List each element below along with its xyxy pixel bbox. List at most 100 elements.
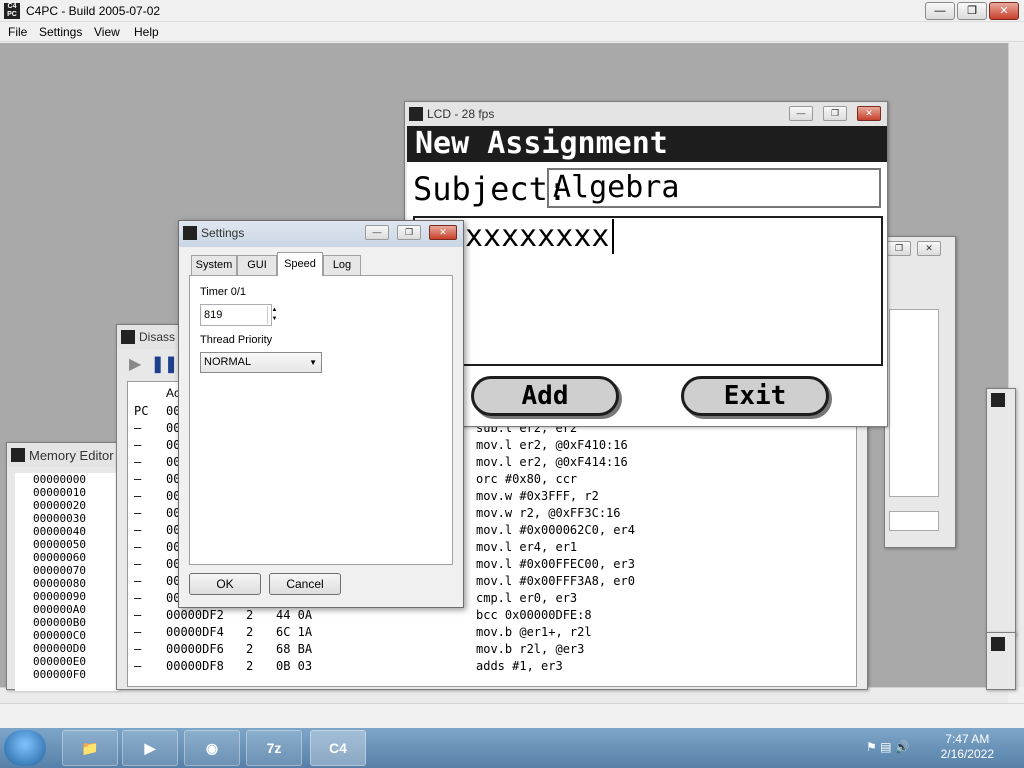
memory-editor-body[interactable]: 00000000 00000010 00000020 00000030 0000…	[15, 473, 119, 691]
thread-priority-select[interactable]: NORMAL ▼	[200, 352, 322, 373]
tab-system[interactable]: System	[191, 255, 237, 275]
disassembly-toolbar: ▶ ❚❚	[121, 351, 181, 377]
minimize-button[interactable]: —	[365, 225, 389, 240]
menu-view[interactable]: View	[94, 25, 120, 39]
taskbar-chrome-icon[interactable]: ◉	[184, 730, 240, 766]
background-window-3[interactable]	[986, 632, 1016, 690]
lcd-title: LCD - 28 fps	[427, 107, 495, 121]
disassembly-cell-len: 2	[246, 642, 254, 656]
thread-priority-label: Thread Priority	[200, 334, 273, 346]
disassembly-cell-marker: –	[134, 557, 142, 571]
memory-address: 00000040	[33, 525, 86, 538]
disassembly-row[interactable]: – 00000DF4 2 6C 1A mov.b @er1+, r2l	[128, 625, 848, 642]
settings-dialog[interactable]: Settings — ❐ ✕ System GUI Speed Log Time…	[178, 220, 464, 608]
window-icon	[121, 330, 135, 344]
settings-title-bar: Settings — ❐ ✕	[179, 221, 463, 247]
memory-editor-window[interactable]: Memory Editor 00000000 00000010 00000020…	[6, 442, 119, 691]
background-window-2[interactable]	[986, 388, 1016, 636]
disassembly-cell-instr: mov.w r2, @0xFF3C:16	[476, 506, 621, 520]
memory-address: 000000B0	[33, 616, 86, 629]
restore-button[interactable]: ❐	[887, 241, 911, 256]
tab-speed[interactable]: Speed	[277, 252, 323, 276]
menu-file[interactable]: File	[8, 25, 27, 39]
assignment-text: xxxxxxxx	[465, 219, 610, 254]
timer-value: 819	[204, 309, 223, 321]
window-icon	[991, 637, 1005, 651]
cancel-button[interactable]: Cancel	[269, 573, 341, 595]
disassembly-cell-instr: mov.l er2, @0xF414:16	[476, 455, 628, 469]
subject-field[interactable]: Algebra	[547, 168, 881, 208]
disassembly-row[interactable]: – 00000DF8 2 0B 03 adds #1, er3	[128, 659, 848, 676]
tab-gui[interactable]: GUI	[237, 255, 277, 275]
disassembly-cell-len: 2	[246, 625, 254, 639]
disassembly-cell-instr: mov.b @er1+, r2l	[476, 625, 592, 639]
disassembly-cell-bytes: 0B 03	[276, 659, 313, 673]
close-button[interactable]: ✕	[857, 106, 881, 121]
clock-date: 2/16/2022	[940, 747, 994, 761]
minimize-button[interactable]: —	[925, 2, 955, 20]
taskbar-7z-icon[interactable]: 7z	[246, 730, 302, 766]
disassembly-cell-marker: –	[134, 659, 142, 673]
window-icon	[991, 393, 1005, 407]
memory-address: 00000060	[33, 551, 86, 564]
taskbar-c4pc-icon[interactable]: C4	[310, 730, 366, 766]
speed-tab-panel: Timer 0/1 819 ▲ ▼ Thread Priority NORMAL …	[189, 275, 453, 565]
disassembly-cell-instr: mov.w #0x3FFF, r2	[476, 489, 599, 503]
taskbar-media-icon[interactable]: ▶	[122, 730, 178, 766]
disassembly-cell-marker: –	[134, 455, 142, 469]
disassembly-cell-marker: –	[134, 625, 142, 639]
ok-button[interactable]: OK	[189, 573, 261, 595]
disassembly-cell-bytes: 68 BA	[276, 642, 313, 656]
background-window[interactable]: ❐ ✕	[884, 236, 956, 548]
memory-address: 00000030	[33, 512, 86, 525]
input-box[interactable]	[889, 511, 939, 531]
disassembly-title: Disass	[139, 330, 176, 344]
disassembly-cell-addr: 00000DF4	[166, 625, 224, 639]
lcd-title-bar: LCD - 28 fps — ❐ ✕	[405, 102, 887, 126]
minimize-button[interactable]: —	[789, 106, 813, 121]
play-icon[interactable]: ▶	[129, 354, 141, 374]
restore-button[interactable]: ❐	[823, 106, 847, 121]
menu-settings[interactable]: Settings	[39, 25, 82, 39]
lcd-window[interactable]: LCD - 28 fps — ❐ ✕ New Assignment Subjec…	[404, 101, 888, 427]
close-button[interactable]: ✕	[989, 2, 1019, 20]
menu-help[interactable]: Help	[134, 25, 159, 39]
taskbar-explorer-icon[interactable]: 📁	[62, 730, 118, 766]
disassembly-cell-marker: –	[134, 472, 142, 486]
assignment-text-field[interactable]: xxxxxxxx	[413, 216, 883, 366]
disassembly-cell-marker: –	[134, 489, 142, 503]
spin-arrows-icon[interactable]: ▲ ▼	[267, 306, 281, 324]
menu-bar: File Settings View Help	[0, 22, 1024, 42]
timer-stepper[interactable]: 819 ▲ ▼	[200, 304, 277, 326]
add-button[interactable]: Add	[471, 376, 619, 416]
disassembly-cell-instr: mov.b r2l, @er3	[476, 642, 585, 656]
tab-log[interactable]: Log	[323, 255, 361, 275]
close-button[interactable]: ✕	[917, 241, 941, 256]
disassembly-cell-instr: mov.l er2, @0xF410:16	[476, 438, 628, 452]
restore-button[interactable]: ❐	[397, 225, 421, 240]
disassembly-cell-marker: –	[134, 438, 142, 452]
list-pane	[889, 309, 939, 497]
status-bar	[0, 703, 1024, 728]
disassembly-cell-addr: 00000DF8	[166, 659, 224, 673]
disassembly-cell-instr: adds #1, er3	[476, 659, 563, 673]
disassembly-cell-marker: –	[134, 421, 142, 435]
clock[interactable]: 7:47 AM 2/16/2022	[941, 732, 994, 762]
lcd-screen[interactable]: New Assignment Subject: Algebra xxxxxxxx…	[407, 126, 887, 426]
disassembly-cell-marker: –	[134, 642, 142, 656]
disassembly-row[interactable]: – 00000DF2 2 44 0A bcc 0x00000DFE:8	[128, 608, 848, 625]
disassembly-cell-len: 2	[246, 659, 254, 673]
system-tray[interactable]: ⚑ ▤ 🔊	[866, 740, 910, 754]
restore-button[interactable]: ❐	[957, 2, 987, 20]
thread-priority-value: NORMAL	[204, 356, 252, 368]
disassembly-cell-bytes: 44 0A	[276, 608, 313, 622]
disassembly-row[interactable]: – 00000DF6 2 68 BA mov.b r2l, @er3	[128, 642, 848, 659]
start-button[interactable]	[4, 730, 46, 766]
disassembly-cell-instr: mov.l #0x00FFF3A8, er0	[476, 574, 635, 588]
memory-editor-title: Memory Editor	[29, 448, 114, 463]
exit-button[interactable]: Exit	[681, 376, 829, 416]
pause-icon[interactable]: ❚❚	[151, 354, 178, 374]
app-icon: C4 PC	[4, 3, 20, 19]
close-button[interactable]: ✕	[429, 225, 457, 240]
disassembly-cell-marker: PC	[134, 404, 149, 418]
